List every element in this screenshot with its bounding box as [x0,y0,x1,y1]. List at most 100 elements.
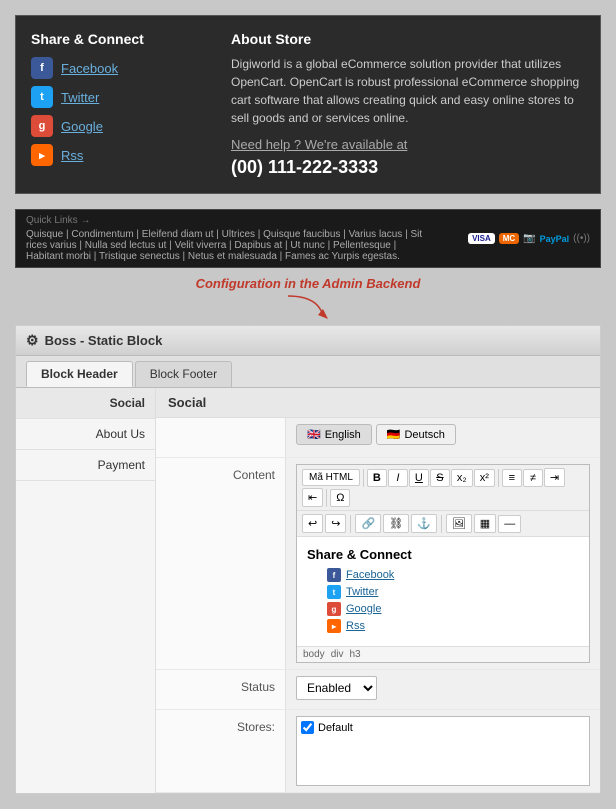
admin-main: Social 🇬🇧 English 🇩🇪 Deutsch [156,388,600,793]
rte-table-btn[interactable]: ▦ [474,514,496,533]
rte-gp-item: g Google [327,602,579,616]
flag-de: 🇩🇪 [387,428,401,441]
statusbar-h3: h3 [349,649,360,660]
status-field: Enabled Disabled [286,670,600,709]
camera-icon: 📷 [523,233,535,244]
about-title: About Store [231,31,585,47]
tabs-bar: Block Header Block Footer [16,356,600,388]
status-row: Status Enabled Disabled [156,670,600,710]
about-section: About Store Digiworld is a global eComme… [231,31,585,178]
section-heading: Social [156,388,600,418]
preview-panel: Share & Connect f Facebook t Twitter g G… [15,15,601,194]
rte-rss-link[interactable]: Rss [346,620,365,632]
rss-link[interactable]: Rss [61,148,83,163]
social-tw: t Twitter [31,86,211,108]
rte-image-btn[interactable]: 🖼 [446,514,472,533]
about-text: Digiworld is a global eCommerce solution… [231,55,585,127]
rte-rss-icon: ▸ [327,619,341,633]
rte-sep-1 [363,469,364,487]
rte-indent-btn[interactable]: ⇥ [544,468,565,487]
mastercard-icon: MC [499,233,519,244]
stores-inner: Default [296,716,590,786]
quicklinks-left: Quick Links → Quisque | Condimentum | El… [26,215,426,262]
admin-body: Social About Us Payment Social 🇬🇧 Englis… [16,388,600,793]
language-row: 🇬🇧 English 🇩🇪 Deutsch [156,418,600,458]
paypal-icon: PayPal [540,234,570,244]
rte-rss-item: ▸ Rss [327,619,579,633]
rte-source-btn[interactable]: Mã HTML [302,469,360,486]
admin-title: Boss - Static Block [45,333,163,348]
visa-icon: VISA [468,233,495,244]
rte-ul-btn[interactable]: ≠ [523,469,543,487]
lang-tab-en[interactable]: 🇬🇧 English [296,424,372,445]
default-store-checkbox[interactable] [301,721,314,734]
default-store-label: Default [301,721,585,734]
rte-unlink-btn[interactable]: ⛓ [383,514,409,533]
social-rss: ▸ Rss [31,144,211,166]
content-field: Mã HTML B I U S x₂ x² ≡ ≠ ⇥ ⇤ [286,458,600,669]
tw-icon: t [31,86,53,108]
rte-tw-item: t Twitter [327,585,579,599]
rte-ol-btn[interactable]: ≡ [502,469,522,487]
status-select[interactable]: Enabled Disabled [296,676,377,700]
rte-redo-btn[interactable]: ↪ [325,514,346,533]
rte-toolbar-1: Mã HTML B I U S x₂ x² ≡ ≠ ⇥ ⇤ [297,465,589,511]
payment-icons: VISA MC 📷 PayPal ((•)) [468,233,590,244]
boss-icon: ⚙ [26,332,39,349]
rte-sub-btn[interactable]: x₂ [451,469,473,487]
rte-sup-btn[interactable]: x² [474,469,495,487]
rte-omega-btn[interactable]: Ω [330,489,350,507]
phone-number: (00) 111-222-3333 [231,157,585,178]
rte-tw-link[interactable]: Twitter [346,586,378,598]
statusbar-body: body [303,649,325,660]
label-en: English [325,429,361,441]
rte-content-title: Share & Connect [307,547,579,562]
rte-wrapper: Mã HTML B I U S x₂ x² ≡ ≠ ⇥ ⇤ [296,464,590,663]
rte-anchor-btn[interactable]: ⚓ [411,514,437,533]
lang-tabs: 🇬🇧 English 🇩🇪 Deutsch [296,424,590,445]
rte-content[interactable]: Share & Connect f Facebook t Twitter [297,537,589,646]
rte-fb-item: f Facebook [327,568,579,582]
rte-gp-link[interactable]: Google [346,603,381,615]
rte-underline-btn[interactable]: U [409,469,429,487]
stores-field: Default [286,710,600,792]
help-text: Need help ? We're available at [231,137,585,152]
sidebar-item-payment[interactable]: Payment [16,450,155,481]
rte-fb-link[interactable]: Facebook [346,569,394,581]
rte-strike-btn[interactable]: S [430,469,450,487]
rte-fb-icon: f [327,568,341,582]
stores-label: Stores: [156,710,286,792]
rte-hr-btn[interactable]: — [498,515,521,533]
rte-sep-2 [498,469,499,487]
stores-row: Stores: Default [156,710,600,793]
share-title: Share & Connect [31,31,211,47]
tw-link[interactable]: Twitter [61,90,99,105]
tab-block-footer[interactable]: Block Footer [135,361,232,387]
rte-tw-icon: t [327,585,341,599]
tab-block-header[interactable]: Block Header [26,361,133,387]
fb-link[interactable]: Facebook [61,61,118,76]
lang-label-empty [156,418,286,457]
sidebar-item-social[interactable]: Social [16,388,155,419]
rte-link-btn[interactable]: 🔗 [355,514,381,533]
social-gp: g Google [31,115,211,137]
quicklinks-bar: Quick Links → Quisque | Condimentum | El… [15,209,601,268]
rte-italic-btn[interactable]: I [388,469,408,487]
rte-outdent-btn[interactable]: ⇤ [302,488,323,507]
lang-tab-de[interactable]: 🇩🇪 Deutsch [376,424,456,445]
rss-icon: ▸ [31,144,53,166]
content-label: Content [156,458,286,669]
share-section: Share & Connect f Facebook t Twitter g G… [31,31,211,178]
flag-en: 🇬🇧 [307,428,321,441]
rte-undo-btn[interactable]: ↩ [302,514,323,533]
sidebar-item-aboutus[interactable]: About Us [16,419,155,450]
admin-title-bar: ⚙ Boss - Static Block [16,326,600,356]
admin-panel: ⚙ Boss - Static Block Block Header Block… [15,325,601,794]
rte-bold-btn[interactable]: B [367,469,387,487]
rte-toolbar-2: ↩ ↪ 🔗 ⛓ ⚓ 🖼 ▦ — [297,511,589,537]
rte-gp-icon: g [327,602,341,616]
statusbar-div: div [331,649,344,660]
gp-link[interactable]: Google [61,119,103,134]
quicklinks-label: Quick Links → [26,215,90,226]
rte-social-list: f Facebook t Twitter g Google [307,568,579,633]
